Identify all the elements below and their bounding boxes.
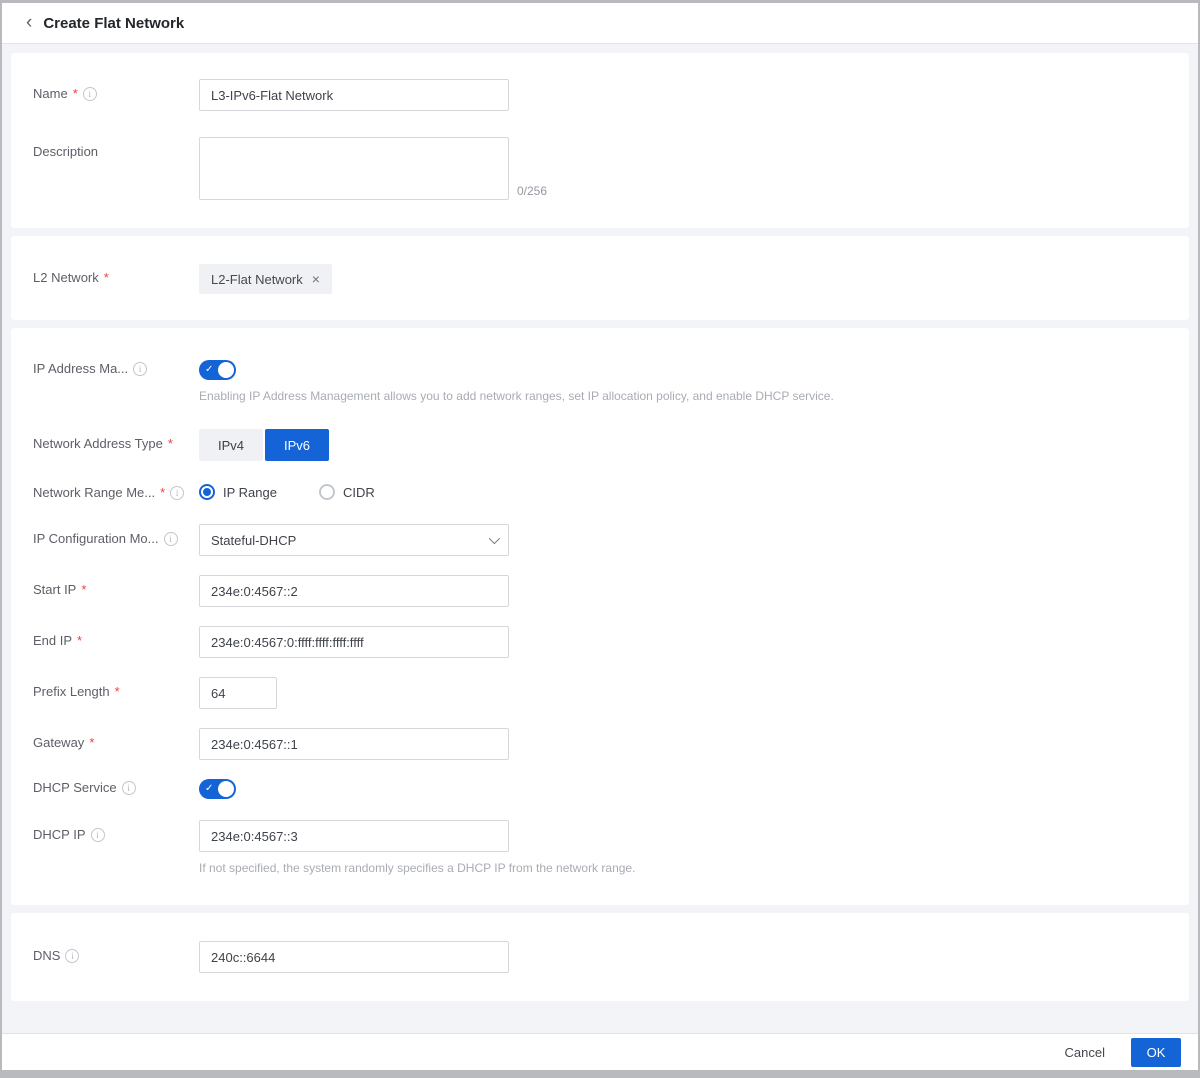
card-ip-settings: IP Address Ma... i ✓ Enabling IP Address…	[11, 328, 1189, 905]
ipv6-option-button[interactable]: IPv6	[265, 429, 329, 461]
cidr-radio-label: CIDR	[343, 485, 375, 500]
l2-network-tag-text: L2-Flat Network	[211, 272, 303, 287]
ipv4-option-button[interactable]: IPv4	[199, 429, 263, 461]
ipam-help-text: Enabling IP Address Management allows yo…	[199, 389, 834, 403]
network-range-method-label-text: Network Range Me...	[33, 485, 155, 500]
ip-range-radio[interactable]: IP Range	[199, 484, 277, 500]
ip-configuration-mode-select[interactable]: Stateful-DHCP	[199, 524, 509, 556]
page-title: Create Flat Network	[43, 15, 184, 32]
info-icon[interactable]: i	[122, 781, 136, 795]
radio-selected-icon	[199, 484, 215, 500]
prefix-length-label-text: Prefix Length	[33, 684, 110, 699]
ok-button[interactable]: OK	[1131, 1038, 1181, 1067]
create-flat-network-window: ‹ Create Flat Network Name * i Descripti…	[0, 0, 1200, 1078]
network-address-type-label: Network Address Type *	[33, 429, 199, 461]
toggle-knob	[218, 781, 234, 797]
ip-configuration-mode-value: Stateful-DHCP	[211, 533, 296, 548]
required-mark: *	[168, 436, 173, 451]
required-mark: *	[77, 633, 82, 648]
info-icon[interactable]: i	[83, 87, 97, 101]
gateway-label: Gateway *	[33, 728, 199, 760]
dhcp-ip-label-text: DHCP IP	[33, 827, 86, 842]
start-ip-label-text: Start IP	[33, 582, 76, 597]
description-label: Description	[33, 137, 199, 200]
ip-configuration-mode-label-text: IP Configuration Mo...	[33, 531, 159, 546]
form-content: Name * i Description 0/256	[2, 44, 1198, 1033]
card-basic-info: Name * i Description 0/256	[11, 53, 1189, 228]
page-footer: Cancel OK	[2, 1033, 1198, 1070]
info-icon[interactable]: i	[133, 362, 147, 376]
name-label: Name * i	[33, 79, 199, 111]
card-dns: DNS i	[11, 913, 1189, 1001]
l2-network-label-text: L2 Network	[33, 270, 99, 285]
info-icon[interactable]: i	[170, 486, 184, 500]
dhcp-ip-help-text: If not specified, the system randomly sp…	[199, 861, 635, 875]
required-mark: *	[81, 582, 86, 597]
check-icon: ✓	[205, 784, 213, 794]
description-textarea[interactable]	[199, 137, 509, 200]
ip-range-radio-label: IP Range	[223, 485, 277, 500]
description-char-counter: 0/256	[517, 184, 547, 200]
radio-unselected-icon	[319, 484, 335, 500]
required-mark: *	[89, 735, 94, 750]
required-mark: *	[104, 270, 109, 285]
dns-label: DNS i	[33, 941, 199, 973]
ipam-toggle[interactable]: ✓	[199, 360, 236, 380]
toggle-knob	[218, 362, 234, 378]
card-l2-network: L2 Network * L2-Flat Network ×	[11, 236, 1189, 320]
cancel-button[interactable]: Cancel	[1065, 1045, 1105, 1060]
cidr-radio[interactable]: CIDR	[319, 484, 375, 500]
info-icon[interactable]: i	[164, 532, 178, 546]
required-mark: *	[73, 86, 78, 101]
network-address-type-label-text: Network Address Type	[33, 436, 163, 451]
ipam-label-text: IP Address Ma...	[33, 361, 128, 376]
description-label-text: Description	[33, 144, 98, 159]
required-mark: *	[160, 485, 165, 500]
network-range-method-label: Network Range Me... * i	[33, 481, 199, 500]
page-header: ‹ Create Flat Network	[2, 3, 1198, 44]
dhcp-service-toggle[interactable]: ✓	[199, 779, 236, 799]
l2-network-label: L2 Network *	[33, 264, 199, 294]
prefix-length-input[interactable]	[199, 677, 277, 709]
start-ip-input[interactable]	[199, 575, 509, 607]
dhcp-ip-input[interactable]	[199, 820, 509, 852]
dhcp-service-label: DHCP Service i	[33, 779, 199, 799]
chevron-down-icon	[489, 533, 500, 544]
back-icon[interactable]: ‹	[26, 13, 32, 34]
radio-dot	[203, 488, 211, 496]
name-label-text: Name	[33, 86, 68, 101]
end-ip-label-text: End IP	[33, 633, 72, 648]
name-input[interactable]	[199, 79, 509, 111]
prefix-length-label: Prefix Length *	[33, 677, 199, 709]
dns-input[interactable]	[199, 941, 509, 973]
dhcp-ip-label: DHCP IP i	[33, 820, 199, 875]
end-ip-input[interactable]	[199, 626, 509, 658]
check-icon: ✓	[205, 365, 213, 375]
start-ip-label: Start IP *	[33, 575, 199, 607]
info-icon[interactable]: i	[65, 949, 79, 963]
gateway-input[interactable]	[199, 728, 509, 760]
network-address-type-segmented: IPv4 IPv6	[199, 429, 329, 461]
l2-network-tag: L2-Flat Network ×	[199, 264, 332, 294]
network-range-method-radios: IP Range CIDR	[199, 481, 375, 500]
dns-label-text: DNS	[33, 948, 60, 963]
dhcp-service-label-text: DHCP Service	[33, 780, 117, 795]
ipam-label: IP Address Ma... i	[33, 360, 199, 403]
ip-configuration-mode-label: IP Configuration Mo... i	[33, 524, 199, 556]
end-ip-label: End IP *	[33, 626, 199, 658]
info-icon[interactable]: i	[91, 828, 105, 842]
remove-tag-icon[interactable]: ×	[312, 272, 320, 286]
required-mark: *	[115, 684, 120, 699]
gateway-label-text: Gateway	[33, 735, 84, 750]
